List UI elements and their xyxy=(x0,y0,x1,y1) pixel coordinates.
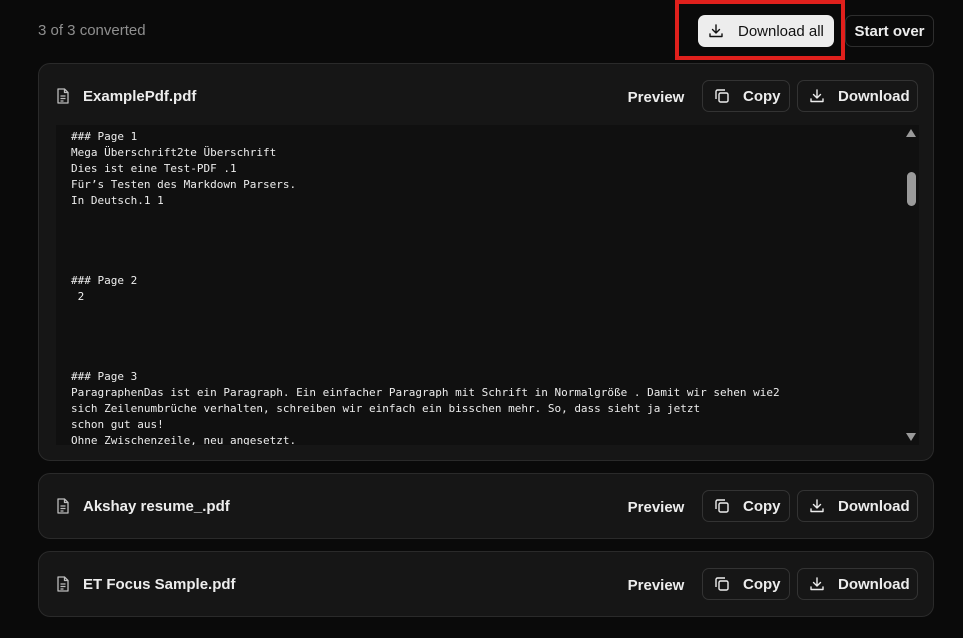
file-text-icon xyxy=(57,498,69,514)
download-icon xyxy=(709,24,723,38)
preview-button[interactable]: Preview xyxy=(621,569,691,601)
download-button[interactable]: Download xyxy=(797,568,918,600)
copy-label: Copy xyxy=(743,575,781,593)
download-label: Download xyxy=(838,87,910,105)
download-icon xyxy=(810,499,824,513)
scroll-thumb[interactable] xyxy=(907,172,916,206)
start-over-button[interactable]: Start over xyxy=(845,15,934,47)
download-icon xyxy=(810,89,824,103)
file-name: ExamplePdf.pdf xyxy=(83,88,197,105)
file-name: Akshay resume_.pdf xyxy=(83,498,230,515)
download-icon xyxy=(810,577,824,591)
markdown-text: ### Page 1 Mega Überschrift2te Überschri… xyxy=(71,130,780,445)
markdown-output[interactable]: ### Page 1 Mega Überschrift2te Überschri… xyxy=(56,125,919,445)
copy-button[interactable]: Copy xyxy=(702,80,790,112)
download-label: Download xyxy=(838,575,910,593)
copy-label: Copy xyxy=(743,497,781,515)
file-card-header: ET Focus Sample.pdf Preview Copy Downloa… xyxy=(39,552,933,618)
download-button[interactable]: Download xyxy=(797,490,918,522)
top-bar: 3 of 3 converted Download all Start over xyxy=(0,0,963,62)
copy-icon xyxy=(715,499,729,513)
preview-button[interactable]: Preview xyxy=(621,491,691,523)
copy-label: Copy xyxy=(743,87,781,105)
file-text-icon xyxy=(57,576,69,592)
scroll-down-arrow-icon[interactable] xyxy=(906,433,916,441)
scrollbar[interactable] xyxy=(903,125,919,445)
file-text-icon xyxy=(57,88,69,104)
download-all-button[interactable]: Download all xyxy=(698,15,834,47)
scroll-up-arrow-icon[interactable] xyxy=(906,129,916,137)
download-button[interactable]: Download xyxy=(797,80,918,112)
file-card-header: ExamplePdf.pdf Preview Copy Download xyxy=(39,64,933,130)
file-card: ExamplePdf.pdf Preview Copy Download ###… xyxy=(38,63,934,461)
file-name: ET Focus Sample.pdf xyxy=(83,576,236,593)
copy-icon xyxy=(715,89,729,103)
copy-button[interactable]: Copy xyxy=(702,490,790,522)
conversion-status: 3 of 3 converted xyxy=(38,22,146,39)
copy-icon xyxy=(715,577,729,591)
file-card: Akshay resume_.pdf Preview Copy Download xyxy=(38,473,934,539)
file-card: ET Focus Sample.pdf Preview Copy Downloa… xyxy=(38,551,934,617)
copy-button[interactable]: Copy xyxy=(702,568,790,600)
preview-button[interactable]: Preview xyxy=(621,81,691,113)
file-card-header: Akshay resume_.pdf Preview Copy Download xyxy=(39,474,933,540)
download-all-label: Download all xyxy=(738,22,824,40)
download-label: Download xyxy=(838,497,910,515)
